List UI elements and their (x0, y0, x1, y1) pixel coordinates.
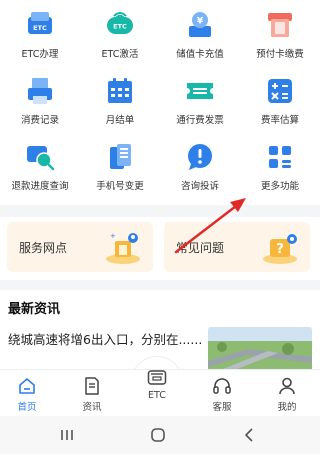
grid-item-label: 通行费发票 (176, 115, 224, 126)
service-point-card[interactable]: 服务网点 + (7, 222, 153, 272)
home-icon (19, 378, 35, 394)
tab-home[interactable]: 首页 (2, 370, 52, 416)
grid-item-etc-activate[interactable]: ETC ETC激活 (80, 8, 160, 70)
printer-receipt-icon (28, 78, 52, 104)
grid-item-consumption-record[interactable]: 消费记录 (0, 74, 80, 136)
grid-item-label: ETC激活 (101, 49, 139, 60)
grid-item-label: 储值卡充值 (176, 49, 224, 60)
news-section-title: 最新资讯 (8, 302, 61, 317)
grid-item-consult-complain[interactable]: 咨询投诉 (160, 140, 240, 202)
system-navigation-bar (0, 416, 320, 454)
grid-item-more-functions[interactable]: 更多功能 (240, 140, 320, 202)
grid-item-label: 手机号变更 (96, 181, 144, 192)
home-circle-icon[interactable] (146, 424, 170, 446)
grid-item-prepaid-pay[interactable]: 预付卡缴费 (240, 8, 320, 70)
person-icon (279, 377, 295, 395)
grid-item-label: 咨询投诉 (180, 181, 219, 192)
grid-item-label: 月结单 (105, 115, 135, 126)
tab-etc[interactable]: ETC (131, 360, 183, 410)
feature-grid: ETC ETC办理 ETC ETC激活 ¥ 储值卡充值 预付卡缴费 消费记录 月… (0, 0, 320, 200)
calculator-icon (268, 79, 292, 103)
svg-text:ETC: ETC (33, 24, 47, 32)
grid-item-label: 更多功能 (260, 181, 299, 192)
tab-news[interactable]: 资讯 (67, 370, 117, 416)
grid-item-toll-invoice[interactable]: 通行费发票 (160, 74, 240, 136)
faq-card[interactable]: 常见问题 ? (164, 222, 310, 272)
svg-text:+: + (110, 232, 116, 240)
service-point-illustration: + (106, 232, 140, 264)
grid-item-refund-query[interactable]: 退款进度查询 (0, 140, 80, 202)
tab-label: 我的 (277, 402, 297, 413)
grid-item-etc-apply[interactable]: ETC ETC办理 (0, 8, 80, 70)
etc-activate-icon: ETC (107, 12, 133, 34)
svg-text:¥: ¥ (197, 17, 204, 27)
card-label: 常见问题 (176, 241, 225, 255)
search-chat-icon (27, 146, 55, 171)
faq-illustration: ? (263, 234, 297, 264)
grid-item-label: 退款进度查询 (11, 181, 69, 192)
svg-text:ETC: ETC (113, 23, 127, 31)
grid-item-card-recharge[interactable]: ¥ 储值卡充值 (160, 8, 240, 70)
ticket-icon (187, 83, 213, 99)
grid-item-label: ETC办理 (21, 49, 59, 60)
atm-card-icon (268, 13, 292, 37)
tab-service[interactable]: 客服 (197, 370, 247, 416)
recent-apps-icon[interactable] (55, 424, 79, 446)
back-icon[interactable] (238, 424, 262, 446)
svg-text:?: ? (276, 242, 284, 257)
tab-label: 资讯 (82, 402, 102, 413)
section-divider (0, 280, 320, 290)
grid-item-label: 消费记录 (20, 115, 59, 126)
grid-item-label: 费率估算 (260, 115, 299, 126)
headset-icon (213, 378, 231, 394)
grid-item-rate-estimate[interactable]: 费率估算 (240, 74, 320, 136)
etc-card-icon: ETC (28, 12, 52, 34)
grid-item-phone-change[interactable]: 手机号变更 (80, 140, 160, 202)
document-icon (85, 377, 99, 395)
card-label: 服务网点 (19, 241, 68, 255)
phone-change-icon (110, 144, 131, 169)
tab-label: 客服 (212, 402, 232, 413)
section-divider (0, 205, 320, 217)
yuan-wallet-icon: ¥ (189, 12, 211, 37)
news-thumbnail-image (208, 327, 312, 371)
alert-chat-icon (188, 144, 212, 170)
tab-label: 首页 (17, 402, 37, 413)
more-grid-icon (269, 146, 291, 168)
news-headline[interactable]: 绕城高速将增6出入口，分别在...... (8, 330, 203, 349)
calendar-icon (108, 78, 132, 103)
grid-item-label: 预付卡缴费 (256, 49, 304, 60)
grid-item-monthly-statement[interactable]: 月结单 (80, 74, 160, 136)
tab-mine[interactable]: 我的 (262, 370, 312, 416)
etc-device-icon (147, 370, 167, 385)
tab-label: ETC (148, 390, 166, 401)
